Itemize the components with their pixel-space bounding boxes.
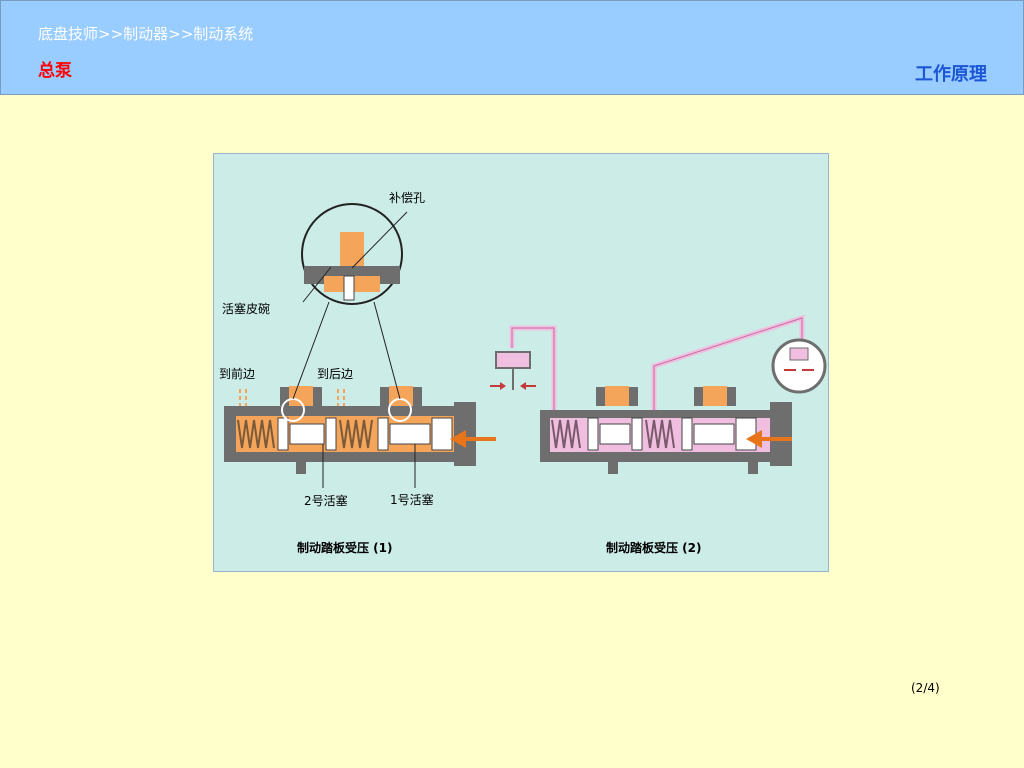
header-bar: 底盘技师>>制动器>>制动系统 总泵 工作原理 <box>0 0 1024 95</box>
breadcrumb: 底盘技师>>制动器>>制动系统 <box>38 25 254 43</box>
caption-right: 制动踏板受压 (2) <box>606 540 702 555</box>
label-piston-cup: 活塞皮碗 <box>222 301 270 316</box>
label-to-rear: 到后边 <box>317 367 353 381</box>
label-piston-1: 1号活塞 <box>390 492 434 507</box>
label-compensation-hole: 补偿孔 <box>389 190 425 205</box>
caption-left: 制动踏板受压 (1) <box>297 540 393 555</box>
label-piston-2: 2号活塞 <box>304 493 348 508</box>
diagram-canvas: 补偿孔 活塞皮碗 到前边 到后边 2号活塞 1号活塞 制动踏板受压 (1) 制动… <box>219 190 827 555</box>
cylinder-right <box>490 314 827 474</box>
topic-title: 工作原理 <box>915 64 987 85</box>
master-cylinder-diagram: 补偿孔 活塞皮碗 到前边 到后边 2号活塞 1号活塞 制动踏板受压 (1) 制动… <box>213 153 829 572</box>
label-to-front: 到前边 <box>219 366 255 381</box>
cylinder-left <box>224 386 496 474</box>
section-title: 总泵 <box>38 61 72 81</box>
page-indicator: (2/4) <box>911 681 940 695</box>
